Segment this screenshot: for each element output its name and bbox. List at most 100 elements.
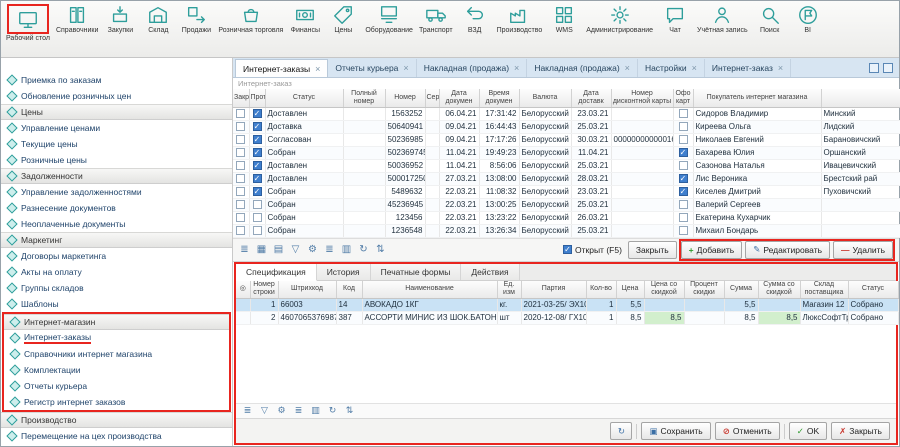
toolbar-item-chat[interactable]: Чат — [656, 3, 694, 35]
ofo-checkbox[interactable] — [679, 109, 688, 118]
col-sum[interactable]: Сумма — [724, 281, 758, 299]
toolbar-item-prices[interactable]: Цены — [324, 3, 362, 35]
col-supplier-warehouse[interactable]: Склад поставщика — [800, 281, 848, 299]
closed-checkbox[interactable] — [236, 135, 245, 144]
sidebar-item-internet-shop-catalogs[interactable]: Справочники интернет магазина — [4, 346, 229, 362]
col-ofo[interactable]: Офо карт — [673, 89, 693, 107]
toolbar-item-production[interactable]: Производство — [494, 3, 546, 35]
toolbar-item-account[interactable]: Учётная запись — [694, 3, 751, 35]
col-discount-card[interactable]: Номер дисконтной карты — [611, 89, 673, 107]
toolbar-item-retail[interactable]: Розничная торговля — [215, 3, 286, 35]
col-doc-time[interactable]: Время докумен — [479, 89, 519, 107]
prot-checkbox[interactable]: ✓ — [253, 148, 262, 157]
col-line-number[interactable]: Номер строки — [250, 281, 278, 299]
sidebar-section-internet-shop[interactable]: Интернет-магазин — [4, 314, 229, 330]
ofo-checkbox[interactable] — [679, 135, 688, 144]
order-row[interactable]: ✓Доставлен50001725027.03.2113:08:00Белор… — [233, 172, 900, 185]
order-row[interactable]: ✓Доставлен156325206.04.2117:31:42Белорус… — [233, 107, 900, 120]
tab-actions[interactable]: Действия — [461, 264, 519, 280]
sidebar-item-unpaid-documents[interactable]: Неоплаченные документы — [1, 216, 232, 232]
close-order-button[interactable]: Закрыть — [628, 241, 677, 259]
tab-specification[interactable]: Спецификация — [236, 264, 317, 281]
spec-row[interactable]: 24607065376987387АССОРТИ МИНИС ИЗ ШОК.БА… — [236, 312, 898, 325]
close-tab-icon[interactable]: × — [514, 63, 519, 73]
tab-print-forms[interactable]: Печатные формы — [371, 264, 462, 280]
sidebar-item-payment-acts[interactable]: Акты на оплату — [1, 264, 232, 280]
tab-internet-orders[interactable]: Интернет-заказы× — [235, 59, 328, 77]
sidebar-item-retail-price-update[interactable]: Обновление розничных цен — [1, 88, 232, 104]
view-list-icon[interactable]: ≣ — [240, 404, 255, 418]
col-doc-date[interactable]: Дата докумен — [439, 89, 479, 107]
close-tab-icon[interactable]: × — [625, 63, 630, 73]
toolbar-item-catalogs[interactable]: Справочники — [53, 3, 101, 35]
col-prot[interactable]: Прот — [249, 89, 265, 107]
toolbar-item-purchases[interactable]: Закупки — [101, 3, 139, 35]
edit-button[interactable]: ✎Редактировать — [745, 241, 830, 259]
ofo-checkbox[interactable] — [679, 122, 688, 131]
sidebar-item-marketing-contracts[interactable]: Договоры маркетинга — [1, 248, 232, 264]
col-barcode[interactable]: Штрихкод — [278, 281, 336, 299]
ofo-checkbox[interactable]: ✓ — [679, 187, 688, 196]
tab-courier-reports[interactable]: Отчеты курьера× — [328, 59, 416, 77]
toolbar-item-equipment[interactable]: Оборудование — [362, 3, 416, 35]
close-document-button[interactable]: ✗Закрыть — [831, 422, 890, 440]
col-currency[interactable]: Валюта — [519, 89, 571, 107]
columns-icon[interactable]: ▥ — [339, 242, 354, 258]
filter-icon[interactable]: ▽ — [257, 404, 272, 418]
ofo-checkbox[interactable] — [679, 200, 688, 209]
col-delivery-date[interactable]: Дата доставк — [571, 89, 611, 107]
close-tab-icon[interactable]: × — [315, 64, 320, 74]
col-discount-percent[interactable]: Процент скидки — [684, 281, 724, 299]
col-qty[interactable]: Кол-во — [586, 281, 616, 299]
refresh-button[interactable]: ↻ — [610, 422, 632, 440]
col-buyer[interactable]: Покупатель интернет магазина — [693, 89, 821, 107]
prot-checkbox[interactable]: ✓ — [253, 174, 262, 183]
sidebar-item-internet-orders[interactable]: Интернет-заказы — [4, 330, 229, 346]
delete-button[interactable]: —Удалить — [833, 241, 893, 259]
export-icon[interactable]: ⇅ — [373, 242, 388, 258]
toolbar-item-vzd[interactable]: ВЗД — [456, 3, 494, 35]
sidebar-item-kitting[interactable]: Комплектации — [4, 362, 229, 378]
prot-checkbox[interactable]: ✓ — [253, 161, 262, 170]
maximize-window-icon[interactable] — [883, 63, 893, 73]
ofo-checkbox[interactable]: ✓ — [679, 148, 688, 157]
tab-invoice-sale-1[interactable]: Накладная (продажа)× — [417, 59, 528, 77]
col-row-selector[interactable]: ◎ — [236, 281, 250, 299]
toolbar-item-wms[interactable]: WMS — [545, 3, 583, 35]
toolbar-item-sales[interactable]: Продажи — [177, 3, 215, 35]
prot-checkbox[interactable]: ✓ — [253, 135, 262, 144]
tab-invoice-sale-2[interactable]: Накладная (продажа)× — [527, 59, 638, 77]
rows-icon[interactable]: ≣ — [322, 242, 337, 258]
toolbar-item-warehouse[interactable]: Склад — [139, 3, 177, 35]
close-tab-icon[interactable]: × — [692, 63, 697, 73]
closed-checkbox[interactable] — [236, 200, 245, 209]
open-f5-checkbox[interactable]: ✓Открыт (F5) — [563, 245, 622, 255]
order-row[interactable]: ✓Доставлен5003695211.04.218:56:06Белорус… — [233, 159, 900, 172]
col-status[interactable]: Статус — [848, 281, 898, 299]
closed-checkbox[interactable] — [236, 226, 245, 235]
order-row[interactable]: ✓Собран50236974511.04.2119:49:23Белорусс… — [233, 146, 900, 159]
sidebar-item-templates[interactable]: Шаблоны — [1, 296, 232, 312]
order-row[interactable]: ✓Собран548963222.03.2111:08:32Белорусски… — [233, 185, 900, 198]
settings-gear-icon[interactable]: ⚙ — [305, 242, 320, 258]
add-button[interactable]: +Добавить — [681, 241, 743, 259]
close-tab-icon[interactable]: × — [778, 63, 783, 73]
col-series[interactable]: Сер — [425, 89, 439, 107]
tab-history[interactable]: История — [317, 264, 371, 280]
detach-window-icon[interactable] — [869, 63, 879, 73]
refresh-icon[interactable]: ↻ — [325, 404, 340, 418]
sidebar-item-internet-orders-register[interactable]: Регистр интернет заказов — [4, 394, 229, 410]
sidebar-item-retail-prices[interactable]: Розничные цены — [1, 152, 232, 168]
sidebar-item-document-allocation[interactable]: Разнесение документов — [1, 200, 232, 216]
col-status[interactable]: Статус — [265, 89, 343, 107]
closed-checkbox[interactable] — [236, 122, 245, 131]
sidebar-item-courier-reports[interactable]: Отчеты курьера — [4, 378, 229, 394]
view-grid-icon[interactable]: ▦ — [254, 242, 269, 258]
col-sum-discount[interactable]: Сумма со скидкой — [758, 281, 800, 299]
toolbar-item-desktop[interactable]: Рабочий стол — [3, 3, 53, 43]
tab-settings[interactable]: Настройки× — [638, 59, 705, 77]
closed-checkbox[interactable] — [236, 109, 245, 118]
col-batch[interactable]: Партия — [521, 281, 586, 299]
col-number[interactable]: Номер — [385, 89, 425, 107]
closed-checkbox[interactable] — [236, 187, 245, 196]
